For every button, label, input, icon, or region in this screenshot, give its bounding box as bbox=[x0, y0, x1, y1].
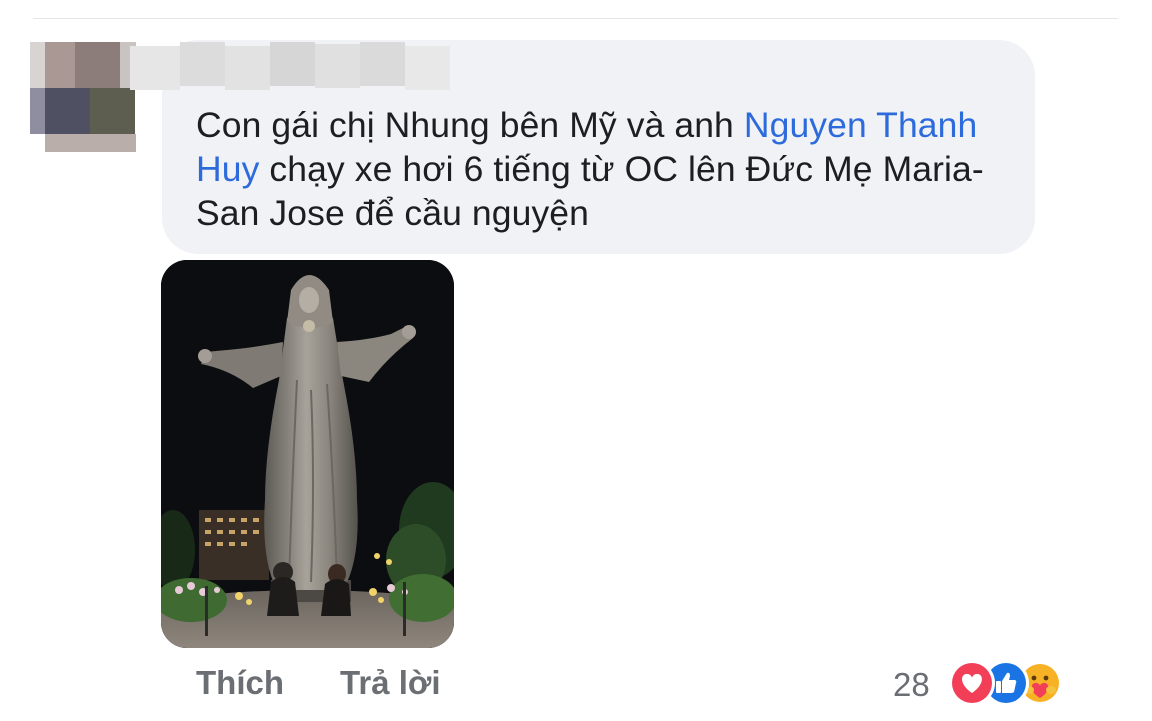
like-action-button[interactable]: Thích bbox=[196, 664, 284, 702]
comment-text: Con gái chị Nhung bên Mỹ và anh Nguyen T… bbox=[196, 103, 1016, 235]
author-name-censored[interactable] bbox=[130, 42, 450, 104]
love-icon bbox=[949, 660, 995, 706]
top-divider bbox=[33, 18, 1118, 19]
comment-photo[interactable] bbox=[161, 260, 454, 648]
comment-text-part: chạy xe hơi 6 tiếng từ OC lên Đức Mẹ Mar… bbox=[196, 149, 984, 233]
comment-text-part: Con gái chị Nhung bên Mỹ và anh bbox=[196, 105, 744, 145]
avatar[interactable] bbox=[30, 42, 136, 152]
reaction-count: 28 bbox=[893, 666, 930, 703]
reply-action-button[interactable]: Trả lời bbox=[340, 664, 441, 702]
